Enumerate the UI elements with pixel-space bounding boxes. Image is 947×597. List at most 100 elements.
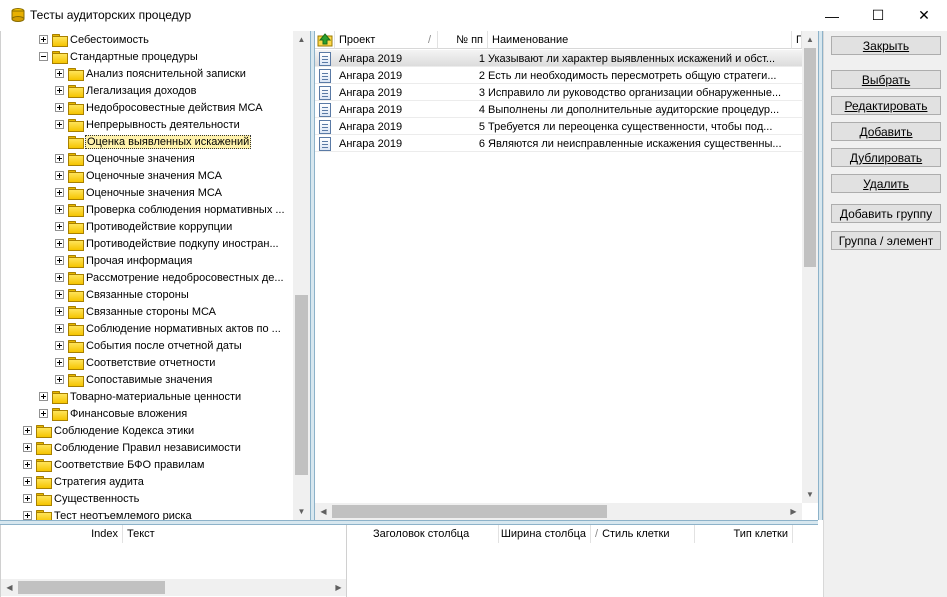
grid-hscroll-thumb[interactable] bbox=[332, 505, 607, 518]
expand-icon[interactable] bbox=[55, 188, 64, 197]
expand-icon[interactable] bbox=[23, 477, 32, 486]
grid-header-extra[interactable]: П bbox=[792, 31, 802, 49]
tree-vertical-scrollbar[interactable]: ▲ ▼ bbox=[293, 31, 310, 520]
expand-icon[interactable] bbox=[55, 86, 64, 95]
expand-icon[interactable] bbox=[55, 222, 64, 231]
bottom-left-hscroll-thumb[interactable] bbox=[18, 581, 165, 594]
expand-icon[interactable] bbox=[55, 120, 64, 129]
expand-icon[interactable] bbox=[23, 494, 32, 503]
header-cell-style[interactable]: / Стиль клетки bbox=[591, 525, 695, 543]
tree-item[interactable]: Себестоимость bbox=[39, 31, 150, 48]
expand-icon[interactable] bbox=[55, 103, 64, 112]
edit-button[interactable]: Редактировать bbox=[831, 96, 941, 115]
scroll-up-icon[interactable]: ▲ bbox=[293, 31, 310, 48]
tree-item[interactable]: Связанные стороны bbox=[55, 286, 190, 303]
expand-icon[interactable] bbox=[39, 392, 48, 401]
tree-item[interactable]: Оценочные значения bbox=[55, 150, 196, 167]
expand-icon[interactable] bbox=[55, 358, 64, 367]
tree-item[interactable]: Анализ пояснительной записки bbox=[55, 65, 247, 82]
grid-horizontal-scrollbar[interactable]: ◀ ▶ bbox=[315, 503, 802, 520]
tree-item[interactable]: Сопоставимые значения bbox=[55, 371, 213, 388]
tree-item[interactable]: Соответствие отчетности bbox=[55, 354, 216, 371]
expand-icon[interactable] bbox=[55, 205, 64, 214]
maximize-button[interactable]: ☐ bbox=[855, 0, 901, 31]
tree-item[interactable]: Оценка выявленных искажений bbox=[55, 133, 252, 150]
scroll-up-icon[interactable]: ▲ bbox=[802, 31, 818, 48]
expand-icon[interactable] bbox=[55, 290, 64, 299]
tree-item[interactable]: Товарно-материальные ценности bbox=[39, 388, 242, 405]
scroll-right-icon[interactable]: ▶ bbox=[330, 579, 347, 596]
expand-icon[interactable] bbox=[55, 307, 64, 316]
table-row[interactable]: Ангара 2019 2 Есть ли необходимость пересм… bbox=[315, 67, 802, 84]
expand-icon[interactable] bbox=[55, 69, 64, 78]
grid-header-num[interactable]: № пп bbox=[438, 31, 488, 49]
header-cell-type[interactable]: Тип клетки bbox=[695, 525, 793, 543]
tree-item[interactable]: Стандартные процедуры bbox=[39, 48, 199, 65]
expand-icon[interactable] bbox=[55, 341, 64, 350]
table-row[interactable]: Ангара 2019 4 Выполнены ли дополнительные … bbox=[315, 101, 802, 118]
scroll-left-icon[interactable]: ◀ bbox=[315, 503, 332, 520]
close-button[interactable]: Закрыть bbox=[831, 36, 941, 55]
header-text[interactable]: Текст bbox=[123, 525, 347, 543]
table-row[interactable]: Ангара 2019 6 Являются ли неисправленные и… bbox=[315, 135, 802, 152]
expand-icon[interactable] bbox=[55, 375, 64, 384]
expand-icon[interactable] bbox=[55, 273, 64, 282]
expand-icon[interactable] bbox=[23, 460, 32, 469]
table-row[interactable]: Ангара 2019 5 Требуется ли переоценка суще… bbox=[315, 118, 802, 135]
grid-header-project[interactable]: Проект / bbox=[335, 31, 438, 49]
expand-icon[interactable] bbox=[39, 409, 48, 418]
tree-item[interactable]: Непрерывность деятельности bbox=[55, 116, 241, 133]
tree-item[interactable]: Оценочные значения МСА bbox=[55, 184, 223, 201]
collapse-icon[interactable] bbox=[39, 52, 48, 61]
scroll-left-icon[interactable]: ◀ bbox=[1, 579, 18, 596]
tree-item[interactable]: Соответствие БФО правилам bbox=[23, 456, 205, 473]
tree-item[interactable]: События после отчетной даты bbox=[55, 337, 243, 354]
expand-icon[interactable] bbox=[55, 256, 64, 265]
tree-item[interactable]: Рассмотрение недобросовестных де... bbox=[55, 269, 285, 286]
header-column-width[interactable]: Ширина столбца bbox=[499, 525, 591, 543]
tree-item[interactable]: Соблюдение нормативных актов по ... bbox=[55, 320, 282, 337]
grid-vertical-scrollbar[interactable]: ▲ ▼ bbox=[802, 31, 818, 503]
tree-item[interactable]: Стратегия аудита bbox=[23, 473, 145, 490]
scroll-down-icon[interactable]: ▼ bbox=[293, 503, 310, 520]
tree-item[interactable]: Противодействие подкупу иностран... bbox=[55, 235, 280, 252]
expand-icon[interactable] bbox=[39, 35, 48, 44]
tree-item[interactable]: Проверка соблюдения нормативных ... bbox=[55, 201, 286, 218]
expand-icon[interactable] bbox=[23, 511, 32, 520]
header-index[interactable]: Index bbox=[23, 525, 123, 543]
bottom-left-hscrollbar[interactable]: ◀ ▶ bbox=[1, 579, 347, 596]
expand-icon[interactable] bbox=[55, 239, 64, 248]
tree-item[interactable]: Соблюдение Правил независимости bbox=[23, 439, 242, 456]
tree-item[interactable]: Финансовые вложения bbox=[39, 405, 188, 422]
select-button[interactable]: Выбрать bbox=[831, 70, 941, 89]
expand-icon[interactable] bbox=[23, 443, 32, 452]
expand-icon[interactable] bbox=[55, 154, 64, 163]
tree-item[interactable]: Легализация доходов bbox=[55, 82, 197, 99]
close-window-button[interactable]: ✕ bbox=[901, 0, 947, 31]
minimize-icon: — bbox=[825, 7, 839, 24]
expand-icon[interactable] bbox=[55, 171, 64, 180]
tree-item[interactable]: Прочая информация bbox=[55, 252, 193, 269]
expand-icon[interactable] bbox=[23, 426, 32, 435]
table-row[interactable]: Ангара 2019 1 Указывают ли характер выявле… bbox=[315, 50, 802, 67]
expand-icon[interactable] bbox=[55, 324, 64, 333]
add-group-button[interactable]: Добавить группу bbox=[831, 204, 941, 223]
header-column-title[interactable]: Заголовок столбца bbox=[369, 525, 499, 543]
tree-item[interactable]: Противодействие коррупции bbox=[55, 218, 233, 235]
group-element-button[interactable]: Группа / элемент bbox=[831, 231, 941, 250]
minimize-button[interactable]: — bbox=[809, 0, 855, 31]
scroll-right-icon[interactable]: ▶ bbox=[785, 503, 802, 520]
add-button[interactable]: Добавить bbox=[831, 122, 941, 141]
table-row[interactable]: Ангара 2019 3 Исправило ли руководство орг… bbox=[315, 84, 802, 101]
tree-item[interactable]: Соблюдение Кодекса этики bbox=[23, 422, 195, 439]
tree-scroll-thumb[interactable] bbox=[295, 295, 308, 475]
grid-header-name[interactable]: Наименование bbox=[488, 31, 792, 49]
tree-item[interactable]: Существенность bbox=[23, 490, 140, 507]
delete-button[interactable]: Удалить bbox=[831, 174, 941, 193]
grid-scroll-thumb[interactable] bbox=[804, 48, 816, 267]
scroll-down-icon[interactable]: ▼ bbox=[802, 486, 818, 503]
tree-item[interactable]: Оценочные значения МСА bbox=[55, 167, 223, 184]
duplicate-button[interactable]: Дублировать bbox=[831, 148, 941, 167]
tree-item[interactable]: Недобросовестные действия МСА bbox=[55, 99, 264, 116]
tree-item[interactable]: Связанные стороны МСА bbox=[55, 303, 217, 320]
